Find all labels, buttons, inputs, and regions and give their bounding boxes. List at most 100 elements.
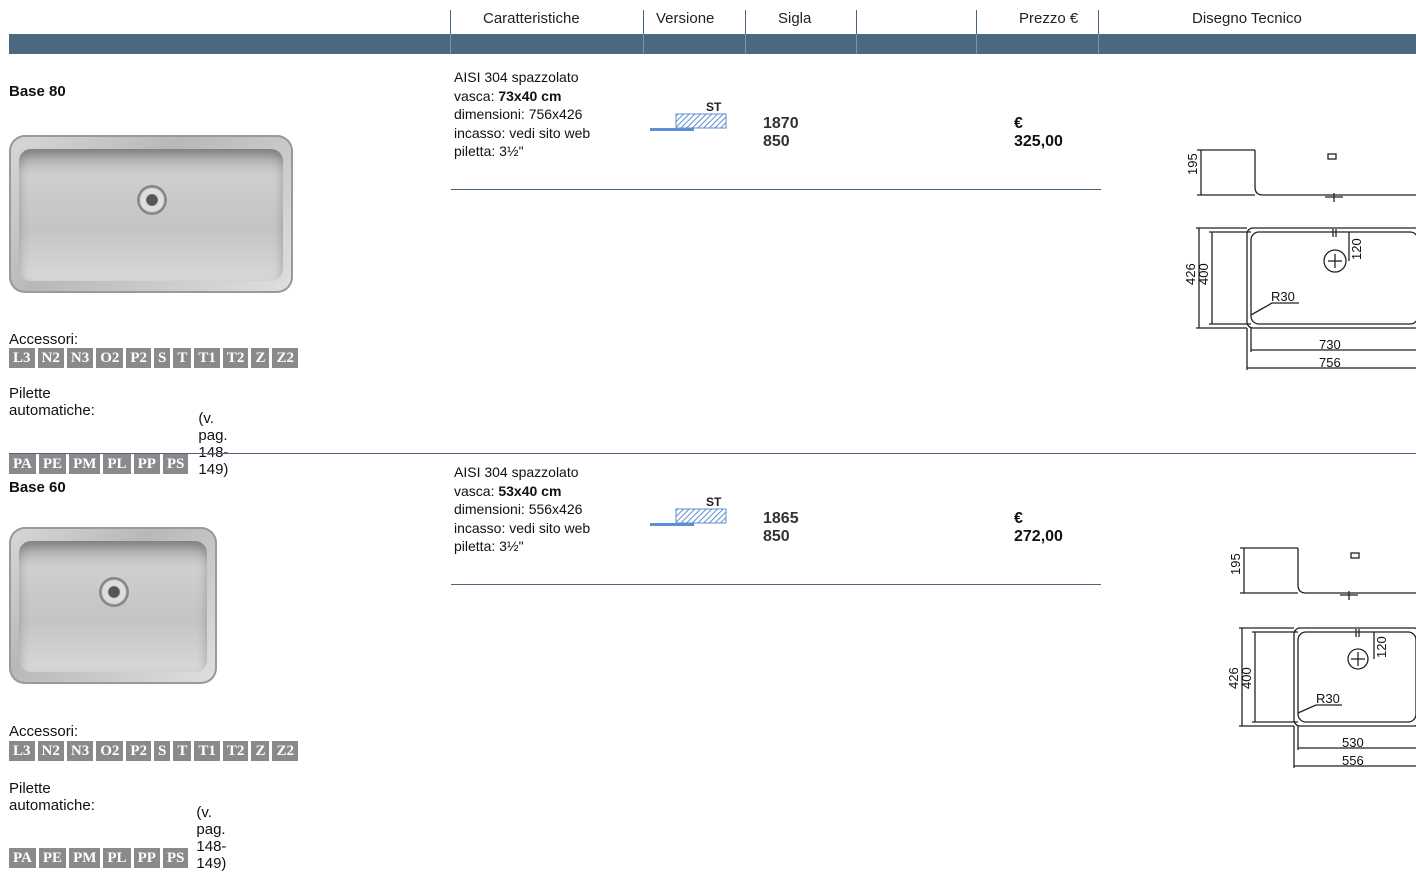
feature-piletta: piletta: 3½" (454, 538, 524, 554)
product-code: 1870 850 (763, 115, 799, 150)
pilette-badges: PA PE PM PL PP PS (9, 454, 189, 474)
code-badge: PA (9, 848, 36, 868)
header-sigla: Sigla (778, 10, 812, 27)
code-badge: PL (103, 454, 131, 474)
technical-drawing: 195 426 400 120 R30 730 756 (1183, 149, 1416, 370)
feature-vasca: vasca: 73x40 cm (454, 87, 562, 104)
header-bar-separator (856, 34, 857, 54)
dim-height: 195 (1185, 153, 1200, 175)
code-badge: S (154, 741, 171, 761)
code-badge: L3 (9, 741, 35, 761)
sink-basin (19, 149, 283, 281)
dim-outer-width: 756 (1319, 355, 1341, 370)
product-features: AISI 304 spazzolato vasca: 73x40 cm dime… (454, 68, 644, 161)
code-badge: Z2 (272, 348, 298, 368)
feature-dimensioni: dimensioni: 756x426 (454, 106, 583, 122)
code-badge: N3 (66, 741, 94, 761)
header-bar-separator (450, 34, 451, 54)
code-badge: T (173, 741, 192, 761)
drain-icon (137, 185, 167, 215)
product-title: Base 80 (9, 83, 66, 100)
feature-incasso: incasso: vedi sito web (454, 124, 591, 141)
code-badge: T (173, 348, 192, 368)
product-features: AISI 304 spazzolato vasca: 53x40 cm dime… (454, 463, 644, 556)
accessori-label: Accessori: (9, 723, 79, 740)
header-bar-separator (976, 34, 977, 54)
code-badge: PE (38, 454, 67, 474)
code-badge: PL (103, 848, 131, 868)
row-divider (451, 584, 1101, 585)
code-badge: P2 (126, 741, 152, 761)
pilette-reference: (v. pag. 148-149) (196, 804, 227, 872)
code-badge: PM (69, 454, 101, 474)
code-badge: PP (133, 848, 160, 868)
drain-icon (99, 577, 129, 607)
accessori-badges: L3 N2 N3 O2 P2 S T T1 T2 Z Z2 (9, 348, 298, 368)
version-icon: ST (650, 100, 727, 131)
code-badge: T1 (194, 741, 220, 761)
code-badge: O2 (96, 348, 124, 368)
dim-drain: 120 (1374, 636, 1389, 658)
code-badge: S (154, 348, 171, 368)
code-badge: PA (9, 454, 36, 474)
code-badge: N3 (66, 348, 94, 368)
dim-outer-width: 556 (1342, 753, 1364, 768)
pilette-badges: PA PE PM PL PP PS (9, 848, 189, 868)
sink-image (9, 135, 293, 293)
dim-inner-width: 730 (1319, 337, 1341, 352)
accessori-label: Accessori: (9, 331, 79, 348)
code-badge: PP (133, 454, 160, 474)
feature-piletta: piletta: 3½" (454, 143, 524, 159)
pilette-reference: (v. pag. 148-149) (198, 410, 229, 478)
header-prezzo: Prezzo € (1019, 10, 1079, 27)
code-badge: T1 (194, 348, 220, 368)
product-code: 1865 850 (763, 510, 799, 545)
code-badge: N2 (37, 348, 64, 368)
code-badge: PM (69, 848, 101, 868)
dim-inner-depth: 400 (1196, 263, 1211, 285)
code-badge: O2 (96, 741, 124, 761)
code-badge: L3 (9, 348, 35, 368)
product-price: € 272,00 (1014, 510, 1063, 545)
row-divider (451, 189, 1101, 190)
code-badge: T2 (222, 348, 249, 368)
code-badge: T2 (222, 741, 249, 761)
dim-drain: 120 (1349, 238, 1364, 260)
technical-drawing: 195 426 400 120 R30 530 556 (1226, 547, 1416, 768)
header-bar-separator (1098, 34, 1099, 54)
code-badge: Z2 (272, 741, 298, 761)
dim-inner-depth: 400 (1239, 667, 1254, 689)
header-bar-separator (643, 34, 644, 54)
version-label: ST (706, 100, 722, 114)
header-caratteristiche: Caratteristiche (483, 10, 580, 27)
dim-height: 195 (1228, 553, 1243, 575)
version-label: ST (706, 495, 722, 509)
code-badge: N2 (37, 741, 64, 761)
header-versione: Versione (656, 10, 715, 27)
header-bar-separator (745, 34, 746, 54)
feature-dimensioni: dimensioni: 556x426 (454, 501, 583, 517)
product-price: € 325,00 (1014, 115, 1063, 150)
sink-image (9, 527, 217, 684)
dim-radius: R30 (1271, 289, 1295, 304)
accessori-badges: L3 N2 N3 O2 P2 S T T1 T2 Z Z2 (9, 741, 298, 761)
dim-inner-width: 530 (1342, 735, 1364, 750)
product-title: Base 60 (9, 479, 66, 496)
pilette-row: PA PE PM PL PP PS (v. pag. 148-149) (9, 406, 228, 478)
code-badge: P2 (126, 348, 152, 368)
feature-vasca: vasca: 53x40 cm (454, 482, 562, 499)
feature-incasso: incasso: vedi sito web (454, 519, 591, 536)
feature-material: AISI 304 spazzolato (454, 69, 579, 85)
code-badge: Z (251, 741, 270, 761)
code-badge: PS (162, 848, 189, 868)
code-badge: PE (38, 848, 67, 868)
header-disegno: Disegno Tecnico (1192, 10, 1302, 27)
feature-material: AISI 304 spazzolato (454, 464, 579, 480)
header-bar (9, 34, 1416, 54)
pilette-row: PA PE PM PL PP PS (v. pag. 148-149) (9, 800, 226, 872)
section-divider (9, 453, 1416, 454)
dim-radius: R30 (1316, 691, 1340, 706)
code-badge: PS (162, 454, 189, 474)
code-badge: Z (251, 348, 270, 368)
version-icon: ST (650, 495, 727, 526)
